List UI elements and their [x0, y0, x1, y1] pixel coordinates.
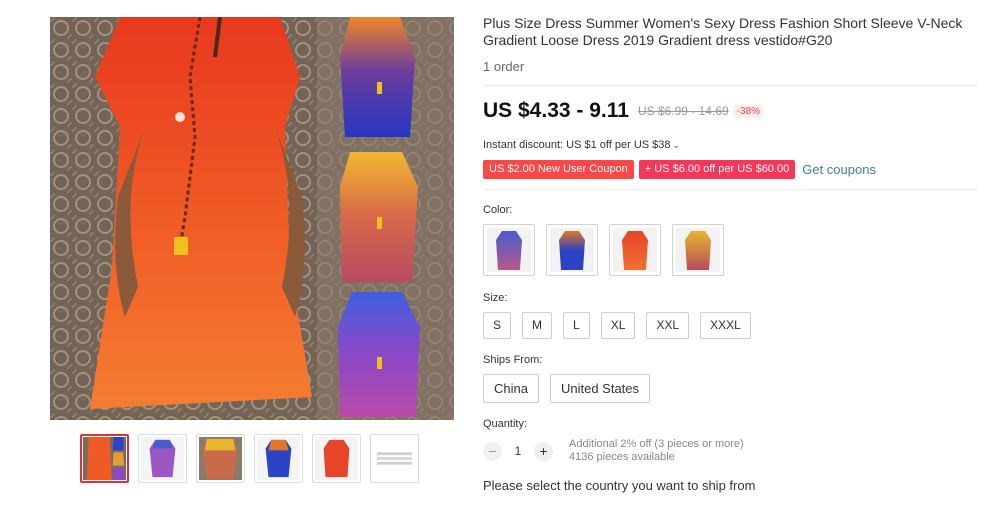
size-option-xxl[interactable]: XXL [646, 312, 690, 339]
instant-discount-text: Instant discount: US $1 off per US $38 [483, 139, 671, 151]
chevron-down-icon: ⌄ [672, 140, 681, 150]
thumbnail-dress-image [315, 437, 358, 480]
quantity-increase-button[interactable]: + [534, 441, 553, 461]
original-price: US $6.99 - 14.69 [637, 104, 729, 118]
thumbnail-3[interactable] [196, 434, 245, 483]
thumbnail-dress-image [199, 437, 242, 480]
dress-swatch-image [676, 228, 720, 272]
ships-from-label: Ships From: [483, 354, 543, 366]
dress-swatch-image [550, 228, 594, 272]
quantity-decrease-button[interactable]: − [483, 441, 502, 461]
get-coupons-link[interactable]: Get coupons [802, 162, 876, 177]
size-chart-thumbnail-image [373, 437, 416, 480]
new-user-coupon-button[interactable]: US $2.00 New User Coupon [483, 160, 634, 179]
dress-swatch-image [613, 228, 657, 272]
size-option-l[interactable]: L [563, 312, 590, 339]
instant-discount-dropdown[interactable]: Instant discount: US $1 off per US $38 ⌄ [483, 139, 978, 151]
thumbnail-dress-image [141, 437, 184, 480]
bulk-discount-note: Additional 2% off (3 pieces or more) [569, 438, 744, 450]
store-coupon-button[interactable]: + US $6.00 off per US $60.00 [638, 160, 796, 179]
size-option-xl[interactable]: XL [600, 312, 636, 339]
stock-available: 4136 pieces available [569, 451, 675, 463]
product-title: Plus Size Dress Summer Women's Sexy Dres… [483, 15, 963, 48]
ships-from-options: China United States [483, 374, 978, 403]
thumbnail-dress-image [257, 437, 300, 480]
price-row: US $4.33 - 9.11 US $6.99 - 14.69 -38% [483, 99, 978, 123]
thumbnail-2[interactable] [138, 434, 187, 483]
size-label: Size: [483, 292, 508, 304]
thumbnail-5[interactable] [312, 434, 361, 483]
order-count: 1 order [483, 59, 525, 74]
current-price: US $4.33 - 9.11 [483, 99, 629, 122]
quantity-label: Quantity: [483, 418, 528, 430]
thumbnail-6[interactable] [370, 434, 419, 483]
dress-swatch-image [487, 228, 531, 272]
divider [483, 85, 978, 86]
thumbnail-4[interactable] [254, 434, 303, 483]
thumbnail-1[interactable] [80, 434, 129, 483]
ship-country-notice: Please select the country you want to sh… [483, 478, 756, 493]
color-swatch-yellow-red[interactable] [672, 224, 724, 276]
main-product-image[interactable] [50, 17, 454, 420]
color-label: Color: [483, 204, 513, 216]
size-option-s[interactable]: S [483, 312, 512, 339]
thumbnail-dress-image [83, 437, 126, 480]
product-info-panel: Plus Size Dress Summer Women's Sexy Dres… [483, 15, 978, 493]
quantity-value[interactable]: 1 [502, 444, 534, 458]
coupon-row: US $2.00 New User Coupon + US $6.00 off … [483, 160, 978, 179]
discount-badge: -38% [733, 104, 764, 118]
size-options: S M L XL XXL XXXL [483, 312, 978, 339]
main-dress-photo [50, 17, 454, 420]
color-swatch-blue-orange[interactable] [546, 224, 598, 276]
thumbnail-strip [80, 434, 419, 483]
size-option-xxxl[interactable]: XXXL [700, 312, 751, 339]
quantity-stepper: − 1 + Additional 2% off (3 pieces or mor… [483, 438, 978, 464]
color-swatches [483, 224, 978, 276]
ships-from-china[interactable]: China [483, 374, 539, 403]
color-swatch-purple-gradient[interactable] [483, 224, 535, 276]
ships-from-united-states[interactable]: United States [549, 374, 651, 403]
color-swatch-orange-red[interactable] [609, 224, 661, 276]
size-option-m[interactable]: M [522, 312, 553, 339]
quantity-note: Additional 2% off (3 pieces or more) 413… [569, 438, 744, 464]
divider [483, 189, 978, 190]
